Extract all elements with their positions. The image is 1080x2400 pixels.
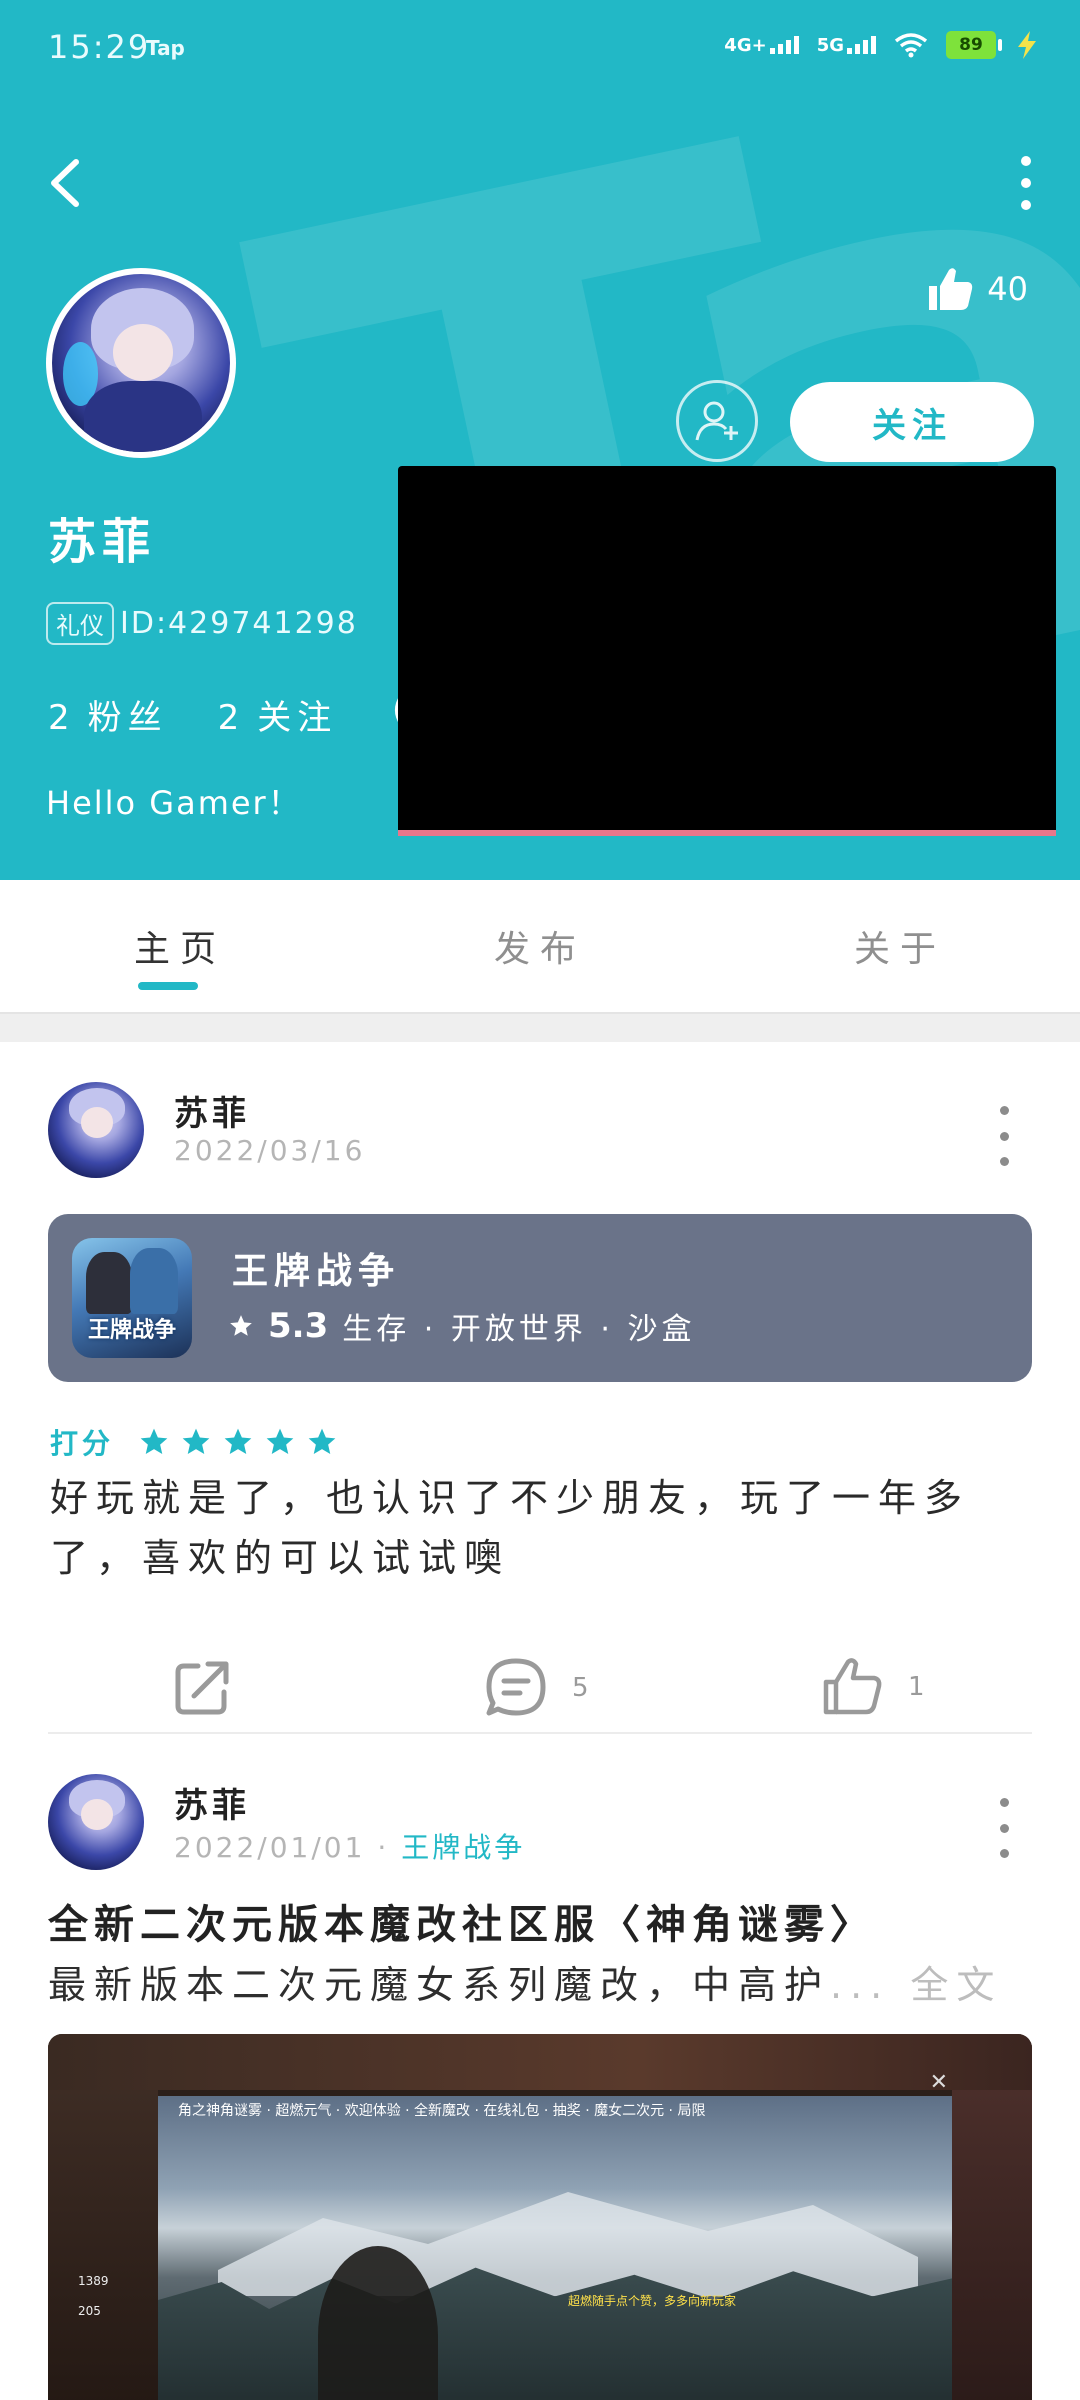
comment-count: 5 bbox=[572, 1673, 589, 1703]
post-image-close-icon: ✕ bbox=[929, 2070, 948, 2095]
post-image-count-1: 1389 bbox=[78, 2274, 109, 2288]
post-excerpt[interactable]: 最新版本二次元魔女系列魔改，中高护... 全文 bbox=[48, 1954, 1038, 2009]
battery-icon: 89 bbox=[946, 31, 1002, 59]
wifi-icon bbox=[894, 33, 928, 58]
game-card[interactable]: 王牌战争 王牌战争 5.3 生存 · 开放世界 · 沙盒 bbox=[48, 1214, 1032, 1382]
post-date: 2022/01/01 · 王牌战争 bbox=[174, 1826, 525, 1866]
battery-level: 89 bbox=[959, 35, 983, 55]
add-friend-button[interactable] bbox=[676, 380, 758, 462]
back-arrow-icon bbox=[51, 159, 79, 207]
status-bar: 15:29 Tap 4G+ 5G 89 bbox=[0, 0, 1080, 96]
status-app-tag: Tap bbox=[146, 36, 185, 60]
fans-stat[interactable]: 2 粉丝 bbox=[48, 690, 168, 739]
post-date-text: 2022/01/01 bbox=[174, 1831, 366, 1864]
profile-id-row: 礼仪 ID:429741298 bbox=[46, 602, 358, 645]
overlay-progress-line bbox=[398, 830, 1056, 836]
post-divider bbox=[48, 1732, 1032, 1734]
following-stat[interactable]: 2 关注 bbox=[218, 690, 338, 739]
profile-tabs: 主页 发布 关于 bbox=[0, 880, 1080, 1012]
share-button[interactable] bbox=[172, 1656, 234, 1718]
following-count: 2 bbox=[217, 698, 240, 738]
game-icon: 王牌战争 bbox=[72, 1238, 192, 1358]
post-card[interactable]: 苏菲 2022/01/01 · 王牌战争 全新二次元版本魔改社区服〈神角谜雾〉 最新… bbox=[0, 1774, 1080, 2400]
rating-row: 打分 bbox=[50, 1422, 338, 1462]
tab-posts[interactable]: 发布 bbox=[360, 880, 720, 1012]
more-options-button[interactable] bbox=[1000, 150, 1052, 216]
post-image-caption: 角之神角谜雾 · 超燃元气 · 欢迎体验 · 全新魔改 · 在线礼包 · 抽奖 … bbox=[178, 2103, 706, 2119]
tab-active-indicator bbox=[138, 982, 198, 990]
tab-about-label: 关于 bbox=[853, 929, 946, 970]
post-header: 苏菲 2022/03/16 bbox=[48, 1082, 1032, 1182]
network-5g-label: 5G bbox=[816, 34, 844, 56]
profile-bio: Hello Gamer！ bbox=[46, 784, 302, 822]
game-tags: 生存 · 开放世界 · 沙盒 bbox=[342, 1312, 696, 1347]
like-count: 1 bbox=[908, 1672, 925, 1702]
post-more-button[interactable] bbox=[994, 1798, 1014, 1858]
following-label: 关注 bbox=[257, 698, 338, 738]
star-icon bbox=[230, 1315, 252, 1336]
share-icon bbox=[175, 1661, 229, 1715]
rating-star-icon bbox=[266, 1428, 294, 1454]
profile-id: ID:429741298 bbox=[120, 606, 358, 641]
network-5g-icon: 5G bbox=[817, 35, 876, 56]
tab-home-label: 主页 bbox=[133, 929, 226, 970]
post-author[interactable]: 苏菲 bbox=[174, 1778, 250, 1827]
profile-likes[interactable]: 40 bbox=[925, 264, 1028, 314]
post-title[interactable]: 全新二次元版本魔改社区服〈神角谜雾〉 bbox=[48, 1892, 876, 1950]
thumbs-up-outline-icon bbox=[823, 1658, 882, 1715]
profile-stats: 2 粉丝 2 关注 bbox=[48, 690, 337, 739]
post-game-link[interactable]: 王牌战争 bbox=[401, 1831, 525, 1864]
post-date-text: 2022/03/16 bbox=[174, 1134, 366, 1167]
post-author-avatar[interactable] bbox=[48, 1774, 144, 1870]
comment-icon bbox=[486, 1658, 546, 1716]
post-more-button[interactable] bbox=[994, 1106, 1014, 1166]
tab-posts-label: 发布 bbox=[493, 929, 586, 970]
rating-star-icon bbox=[308, 1428, 336, 1454]
rating-label: 打分 bbox=[50, 1427, 115, 1460]
post-image-ticker: 超燃随手点个赞，多多向新玩家 bbox=[568, 2294, 737, 2308]
video-overlay bbox=[398, 466, 1056, 836]
game-score: 5.3 bbox=[268, 1306, 329, 1346]
like-button[interactable]: 1 bbox=[822, 1656, 925, 1718]
tab-about[interactable]: 关于 bbox=[720, 880, 1080, 1012]
fans-count: 2 bbox=[48, 698, 70, 738]
post-date-separator: · bbox=[377, 1831, 390, 1864]
status-time: 15:29 bbox=[48, 28, 151, 66]
profile-header: Ta 15:29 Tap 4G+ 5G 89 40 关注 苏菲 礼仪 ID:42… bbox=[0, 0, 1080, 880]
profile-avatar[interactable] bbox=[46, 268, 236, 458]
rating-star-icon bbox=[224, 1428, 252, 1454]
network-4g-label: 4G+ bbox=[724, 34, 767, 56]
comment-button[interactable]: 5 bbox=[484, 1656, 589, 1720]
read-more-link[interactable]: ... 全文 bbox=[830, 1963, 1002, 2007]
post-author[interactable]: 苏菲 bbox=[174, 1086, 250, 1135]
section-divider bbox=[0, 1012, 1080, 1042]
post-image[interactable]: 角之神角谜雾 · 超燃元气 · 欢迎体验 · 全新魔改 · 在线礼包 · 抽奖 … bbox=[48, 2034, 1032, 2400]
post-image-count-2: 205 bbox=[78, 2304, 101, 2318]
thumbs-up-icon bbox=[929, 268, 973, 310]
post-card[interactable]: 苏菲 2022/03/16 王牌战争 王牌战争 5.3 生存 · 开放世界 · … bbox=[0, 1082, 1080, 1734]
post-header: 苏菲 2022/01/01 · 王牌战争 bbox=[48, 1774, 1032, 1874]
post-author-avatar[interactable] bbox=[48, 1082, 144, 1178]
game-meta: 5.3 生存 · 开放世界 · 沙盒 bbox=[228, 1304, 695, 1348]
profile-likes-count: 40 bbox=[987, 270, 1028, 308]
follow-button[interactable]: 关注 bbox=[790, 382, 1034, 462]
game-name: 王牌战争 bbox=[232, 1251, 401, 1292]
profile-name: 苏菲 bbox=[48, 514, 157, 570]
charging-icon bbox=[1018, 31, 1036, 59]
game-icon-logo: 王牌战争 bbox=[87, 1318, 176, 1343]
post-excerpt-text: 最新版本二次元魔女系列魔改，中高护 bbox=[48, 1963, 831, 2007]
rating-star-icon bbox=[140, 1428, 168, 1454]
id-badge: 礼仪 bbox=[46, 602, 114, 645]
tab-home[interactable]: 主页 bbox=[0, 880, 360, 1012]
network-4g-icon: 4G+ bbox=[724, 34, 799, 56]
post-actions: 5 1 bbox=[0, 1656, 1080, 1740]
status-icons: 4G+ 5G 89 bbox=[724, 30, 1040, 60]
post-date: 2022/03/16 bbox=[174, 1134, 365, 1167]
fans-label: 粉丝 bbox=[87, 698, 168, 738]
post-text: 好玩就是了，也认识了不少朋友，玩了一年多了，喜欢的可以试试噢 bbox=[50, 1476, 971, 1580]
add-user-icon bbox=[695, 401, 738, 441]
back-button[interactable] bbox=[40, 150, 100, 216]
rating-star-icon bbox=[182, 1428, 210, 1454]
